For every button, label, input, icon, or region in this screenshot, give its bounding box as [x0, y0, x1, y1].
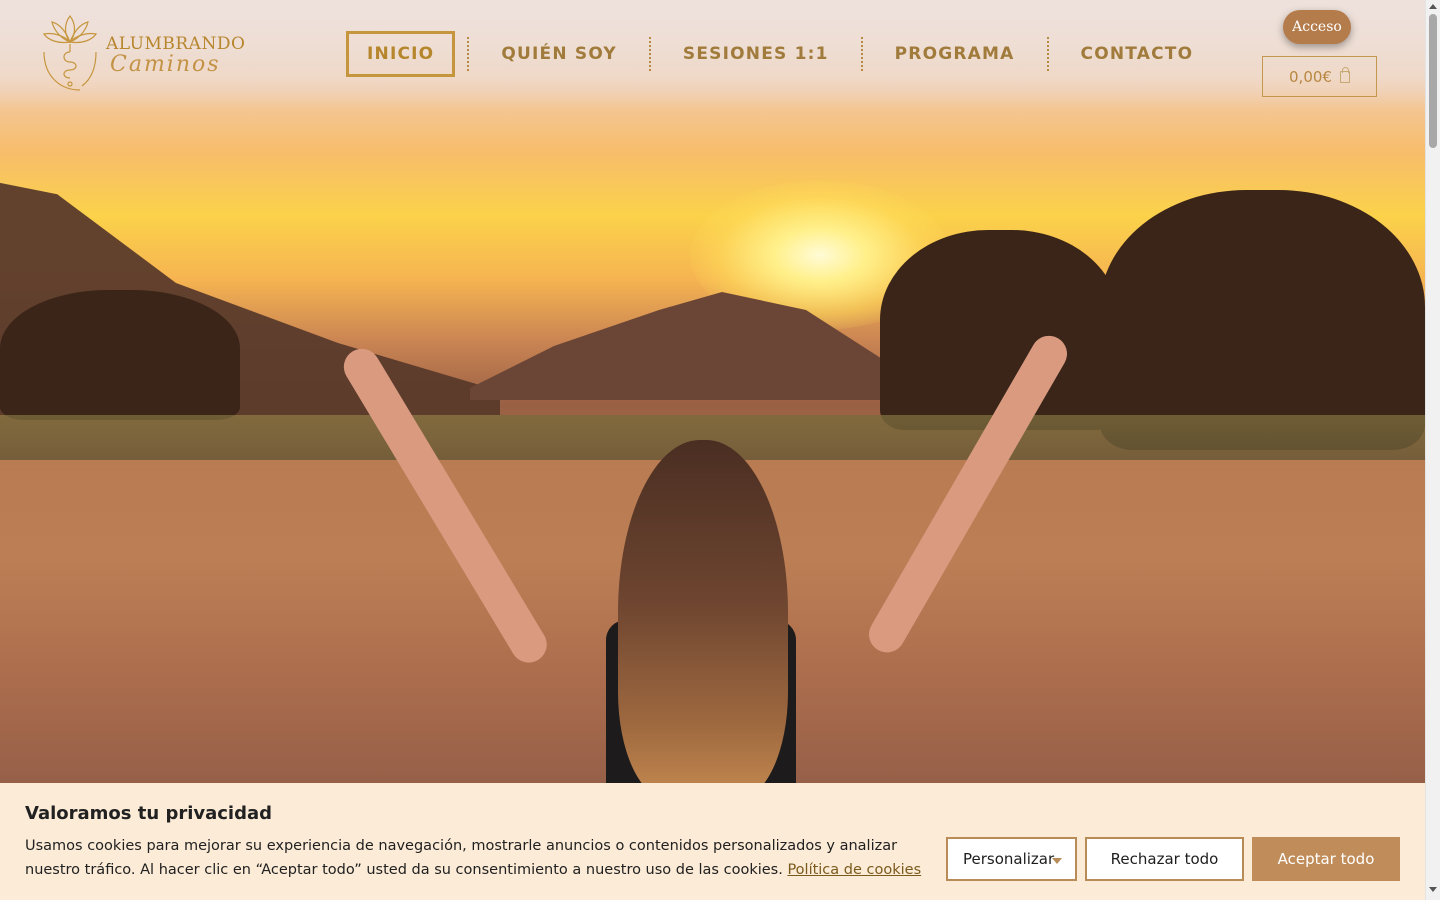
reject-all-button[interactable]: Rechazar todo [1085, 837, 1244, 881]
trees-left [0, 290, 240, 420]
logo-title: ALUMBRANDO [106, 34, 246, 54]
nav-item-inicio[interactable]: INICIO [346, 31, 456, 77]
customize-button[interactable]: Personalizar [946, 837, 1077, 881]
person-hair [618, 440, 788, 800]
cookie-text: Usamos cookies para mejorar su experienc… [25, 834, 945, 882]
cart-button[interactable]: 0,00€ [1262, 56, 1377, 97]
caret-down-icon [1052, 858, 1062, 864]
nav-item-programa[interactable]: PROGRAMA [863, 31, 1047, 77]
scroll-thumb[interactable] [1429, 14, 1437, 148]
scroll-down-arrow-icon[interactable] [1429, 887, 1437, 892]
lotus-icon [43, 14, 97, 91]
scrollbar[interactable] [1425, 0, 1440, 900]
cookie-policy-link[interactable]: Política de cookies [787, 862, 921, 878]
accept-all-button[interactable]: Aceptar todo [1252, 837, 1400, 881]
cookie-title: Valoramos tu privacidad [25, 803, 273, 824]
nav-item-quien-soy[interactable]: QUIÉN SOY [469, 31, 649, 77]
cookie-banner: Valoramos tu privacidad Usamos cookies p… [0, 783, 1425, 900]
nav-item-sesiones[interactable]: SESIONES 1:1 [651, 31, 861, 77]
customize-label: Personalizar [963, 850, 1055, 868]
site-header: ALUMBRANDO Caminos INICIO QUIÉN SOY SESI… [0, 0, 1425, 110]
trees-right [1100, 190, 1425, 450]
acceso-button[interactable]: Acceso [1283, 10, 1351, 44]
logo-subtitle: Caminos [110, 52, 221, 77]
scroll-up-arrow-icon[interactable] [1429, 4, 1437, 9]
nav-item-contacto[interactable]: CONTACTO [1049, 31, 1226, 77]
shopping-bag-icon [1339, 66, 1350, 83]
cart-total: 0,00€ [1289, 67, 1332, 86]
hero-image [0, 0, 1425, 900]
main-nav: INICIO QUIÉN SOY SESIONES 1:1 PROGRAMA C… [346, 31, 1225, 77]
cookie-description: Usamos cookies para mejorar su experienc… [25, 838, 898, 878]
site-logo[interactable]: ALUMBRANDO Caminos [40, 12, 245, 94]
